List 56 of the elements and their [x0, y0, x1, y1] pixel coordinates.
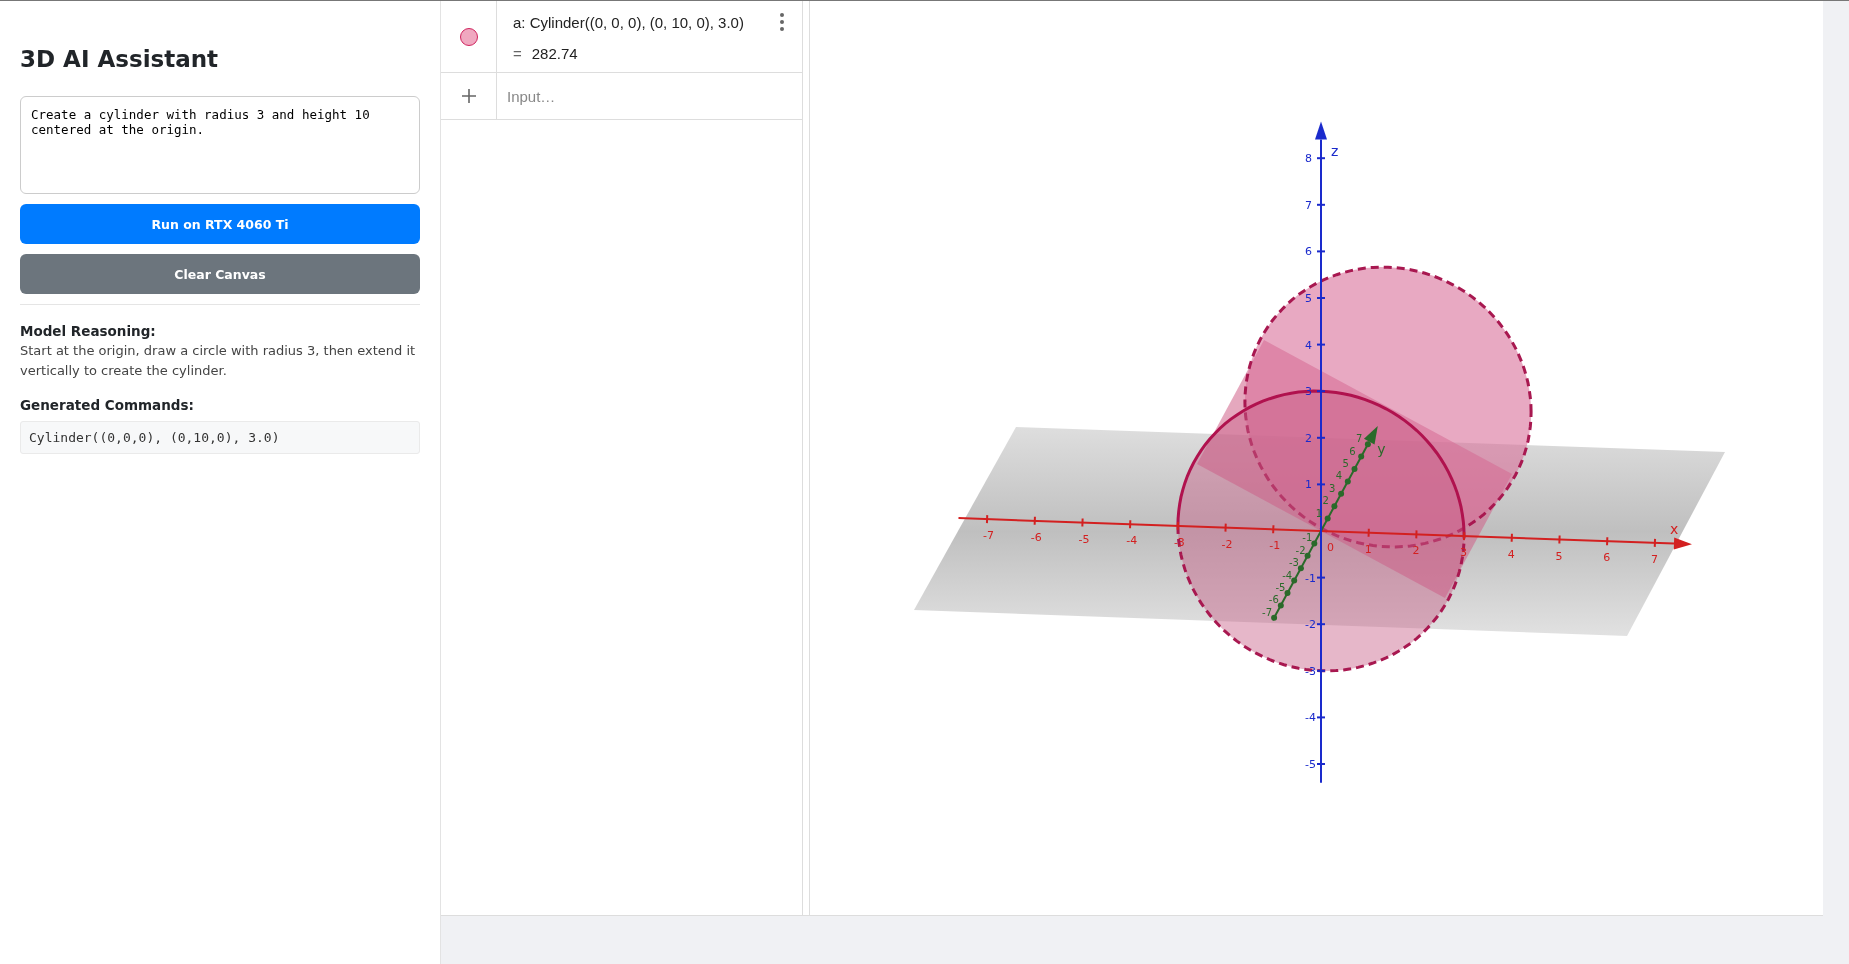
tick-label: -7	[1262, 606, 1273, 618]
tick-label: 6	[1349, 445, 1356, 457]
axis-label: z	[1331, 142, 1339, 159]
tick-label: -6	[1030, 530, 1042, 544]
tick-label: 5	[1305, 292, 1312, 305]
tick-label: 6	[1305, 245, 1312, 259]
tick-label: 7	[1305, 198, 1312, 212]
tick-label: -2	[1305, 618, 1316, 632]
tick-label: -5	[1305, 758, 1316, 771]
tick-label: 0	[1327, 541, 1334, 554]
axis-label: x	[1670, 520, 1679, 537]
tick-label: 3	[1460, 546, 1468, 560]
section-heading: Model Reasoning:	[20, 322, 157, 341]
tick-label: 5	[1342, 458, 1349, 469]
prompt-field[interactable]: Create a cylinder with radius 3 and height 10 centered at the origin.	[20, 96, 420, 194]
tick-label: -3	[1288, 557, 1299, 569]
tick-label: 3	[1305, 385, 1312, 399]
tick-label: -5	[1078, 532, 1090, 546]
tick-label: -2	[1221, 537, 1233, 551]
tick-label: -1	[1302, 532, 1313, 544]
tick-label: -5	[1275, 582, 1286, 593]
definition-text: a: Cylinder((0, 0, 0), (0, 10, 0), 3.0)	[513, 13, 744, 31]
plus-icon[interactable]	[461, 89, 476, 103]
tick-label: 4	[1335, 470, 1343, 482]
tick-label: 2	[1305, 431, 1312, 445]
tick-label: 8	[1305, 152, 1312, 166]
command-code: Cylinder((0,0,0), (0,10,0), 3.0)	[20, 421, 420, 454]
tick-label: 1	[1364, 542, 1372, 556]
tick-label: 1	[1305, 478, 1312, 492]
tick-label: 6	[1603, 551, 1611, 565]
tick-label: -1	[1305, 571, 1316, 585]
clear-button[interactable]: Clear Canvas	[20, 254, 420, 294]
visibility-toggle[interactable]	[459, 27, 478, 46]
tick-label: -6	[1268, 594, 1279, 606]
tick-label: -4	[1282, 569, 1293, 581]
value-text: 282.74	[531, 45, 578, 62]
app-title: 3D AI Assistant	[20, 45, 220, 74]
axis-label: y	[1377, 440, 1386, 457]
tick-label: -7	[983, 529, 995, 543]
tick-label: 3	[1329, 482, 1336, 494]
tick-label: -2	[1295, 544, 1306, 556]
tick-label: 7	[1355, 433, 1363, 445]
tick-label: 5	[1555, 549, 1563, 563]
tick-label: -4	[1305, 711, 1316, 725]
tick-label: 2	[1322, 495, 1329, 507]
tick-label: 4	[1305, 338, 1312, 352]
tick-label: -1	[1269, 539, 1281, 553]
section-heading: Generated Commands:	[20, 396, 195, 415]
tick-label: 4	[1507, 547, 1515, 561]
run-button[interactable]: Run on RTX 4060 Ti	[20, 204, 420, 244]
reasoning-text: Start at the origin, draw a circle with radius 3, then extend it vertically to create the cylinder.	[20, 342, 417, 380]
tick-label: 2	[1412, 544, 1420, 558]
equals-sign: =	[513, 45, 522, 62]
tick-label: 1	[1315, 507, 1323, 519]
tick-label: -4	[1126, 534, 1138, 548]
tick-label: 7	[1650, 552, 1658, 566]
